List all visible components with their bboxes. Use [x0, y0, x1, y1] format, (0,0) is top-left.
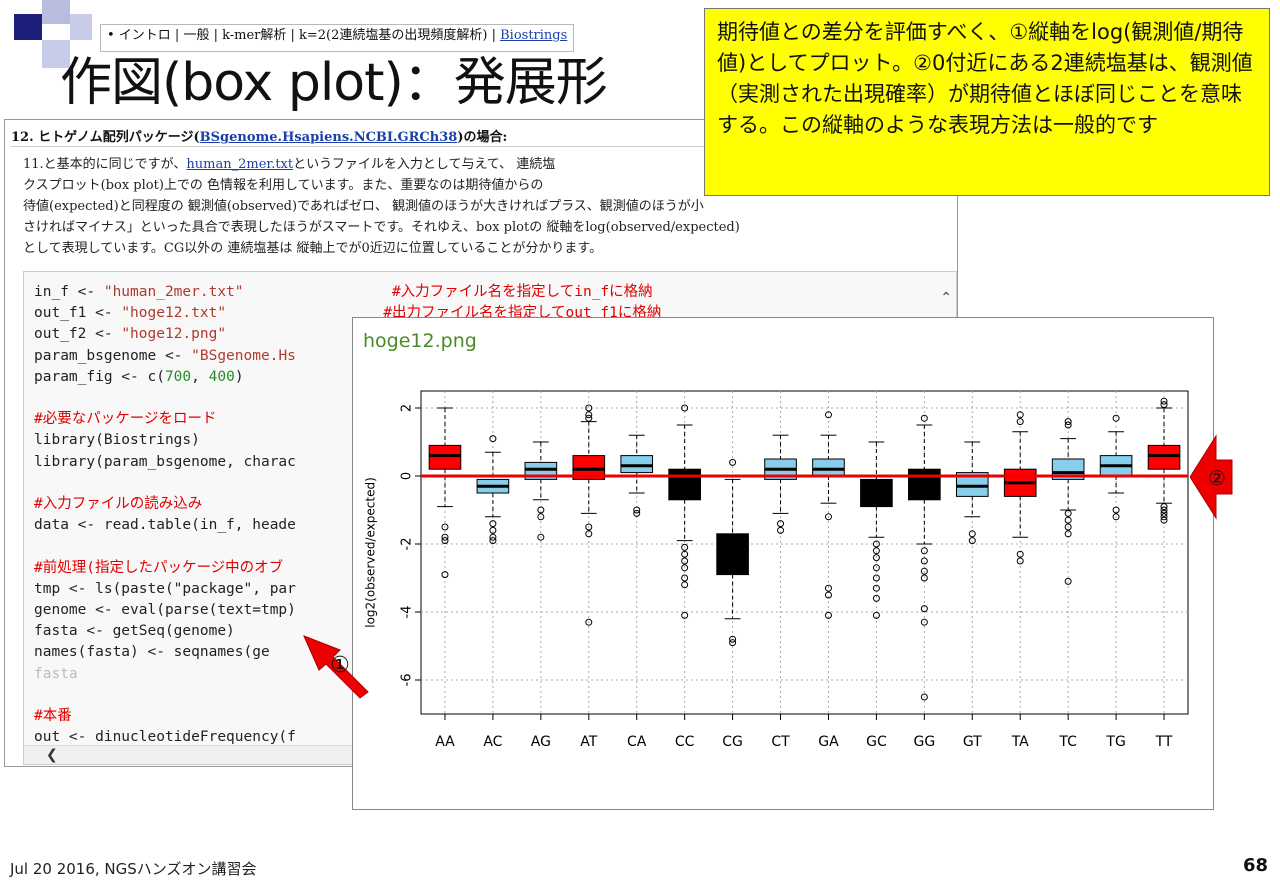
arrow-marker-2: ② [1190, 434, 1233, 520]
section-heading: 12. ヒトゲノム配列パッケージ(BSgenome.Hsapiens.NCBI.… [11, 126, 507, 145]
code-token: library(Biostrings) [34, 432, 200, 449]
x-tick-label: AA [435, 734, 455, 750]
footer-text: Jul 20 2016, NGSハンズオン講習会 [10, 860, 257, 878]
code-token: names(fasta) <- seqnames(ge [34, 644, 270, 661]
slide-decoration [42, 0, 70, 24]
para-text: 11.と基本的に同じですが、 [23, 157, 187, 172]
slide-decoration [14, 14, 42, 40]
slide-decoration [70, 14, 92, 40]
arrow-marker-1: ① [303, 635, 369, 699]
box-gg [908, 468, 941, 501]
para-line: さければマイナス」といった具合で表現したほうがスマートです。それゆえ、box p… [23, 220, 740, 235]
y-axis-label: log2(observed/expected) [364, 477, 378, 628]
code-token: tmp <- ls(paste("package", par [34, 580, 296, 597]
para-line: 待値(expected)と同程度の 観測値(observed)であればゼロ、 観… [23, 199, 704, 214]
code-comment: #必要なパッケージをロード [34, 411, 217, 428]
code-token: data <- read.table(in_f, heade [34, 517, 296, 534]
x-tick-label: CA [627, 734, 647, 750]
x-tick-label: CC [675, 734, 695, 750]
code-string: "human_2mer.txt" [103, 284, 244, 300]
page-number: 68 [1242, 855, 1268, 876]
breadcrumb-text: • イントロ | 一般 | k-mer解析 | k=2(2連続塩基の出現頻度解析… [107, 28, 501, 43]
code-token: fasta <- getSeq(genome) [34, 623, 235, 640]
y-tick-label: -6 [400, 674, 415, 687]
box-cg [716, 533, 749, 576]
code-token: library(param_bsgenome, charac [34, 453, 296, 470]
y-tick-label: -2 [400, 538, 415, 551]
x-tick-label: GG [913, 734, 935, 750]
x-tick-label: CG [722, 734, 743, 750]
y-tick-label: -4 [400, 606, 415, 619]
code-number: 400 [208, 368, 235, 385]
x-tick-label: CT [771, 734, 790, 750]
x-tick-label: AT [580, 734, 597, 750]
code-line: in_f <- "human_2mer.txt" #入力ファイル名を指定してin… [34, 282, 956, 303]
image-panel: hoge12.png 2 0 -2 -4 -6 log2(observed/expecte… [352, 317, 1214, 810]
page-title: 作図(box plot)：発展形 [60, 53, 608, 113]
scroll-left-icon[interactable]: ❮ [46, 746, 58, 764]
code-string: "hoge12.txt" [121, 305, 227, 322]
code-token: in_f <- [34, 284, 104, 300]
para-link-human-2mer[interactable]: human_2mer.txt [186, 157, 293, 172]
section-heading-prefix: 12. ヒトゲノム配列パッケージ( [11, 130, 200, 145]
code-string: "hoge12.png" [121, 326, 227, 343]
box-aa [428, 444, 462, 470]
x-tick-label: GC [866, 734, 887, 750]
code-token: out <- dinucleotideFrequency(f [34, 729, 296, 746]
x-tick-label: GA [818, 734, 839, 750]
code-comment: #前処理(指定したパッケージ中のオブ [34, 559, 284, 576]
box-plot: 2 0 -2 -4 -6 log2(observed/expected) AA AC AG AT C… [364, 390, 1189, 750]
section-link[interactable]: BSgenome.Hsapiens.NCBI.GRCh38 [200, 130, 458, 145]
callout-note: 期待値との差分を評価すべく、①縦軸をlog(観測値/期待値)としてプロット。②0… [704, 8, 1270, 196]
code-token: out_f1 <- [34, 305, 122, 322]
box-ca [620, 455, 654, 474]
box-ga [812, 458, 845, 477]
y-tick-label: 2 [400, 404, 415, 412]
code-token: param_fig <- c( [34, 368, 165, 385]
x-tick-label: TA [1011, 734, 1029, 750]
code-comment: #本番 [34, 708, 72, 725]
code-string: "BSgenome.Hs [191, 347, 296, 364]
y-tick-label: 0 [400, 472, 415, 480]
plot-frame [420, 390, 1189, 715]
x-tick-label: GT [963, 734, 982, 750]
x-tick-label: TC [1058, 734, 1077, 750]
code-token: ) [234, 368, 244, 385]
x-tick-label: AG [531, 734, 551, 750]
marker-1-label: ① [330, 653, 350, 678]
x-tick-label: AC [483, 734, 502, 750]
marker-2-label: ② [1208, 466, 1226, 490]
code-token: out_f2 <- [34, 326, 122, 343]
code-comment: #入力ファイル名を指定してin_fに格納 [391, 284, 653, 300]
scroll-up-icon[interactable]: ⌃ [940, 290, 952, 306]
code-token: param_bsgenome <- [34, 347, 192, 364]
code-token: genome <- eval(parse(text=tmp) [34, 602, 296, 619]
para-text: というファイルを入力として与えて、 連続塩 [293, 157, 556, 172]
x-tick-label: TT [1155, 734, 1173, 750]
code-number: 700 [164, 368, 192, 385]
para-line: として表現しています。CG以外の 連続塩基は 縦軸上でが0近辺に位置していること… [23, 241, 603, 256]
x-tick-label: TG [1105, 734, 1125, 750]
section-heading-suffix: )の場合: [457, 130, 508, 145]
code-token: , [191, 368, 209, 385]
code-token: fasta [34, 665, 78, 682]
box-tt [1147, 444, 1181, 470]
code-comment: #入力ファイルの読み込み [34, 496, 203, 513]
breadcrumb-link-biostrings[interactable]: Biostrings [500, 28, 567, 43]
